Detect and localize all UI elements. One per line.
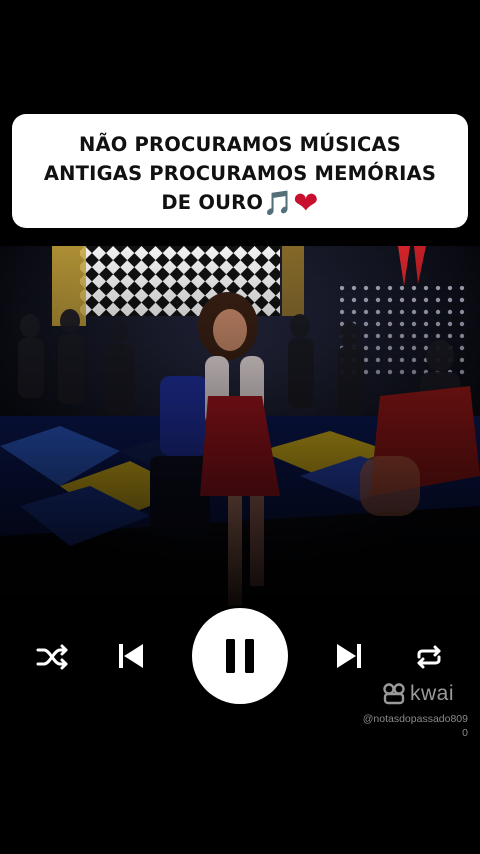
caption-text: NÃO PROCURAMOS MÚSICAS ANTIGAS PROCURAMO… — [22, 130, 458, 221]
shuffle-icon — [36, 644, 68, 670]
music-note-icon: 🎵 — [263, 189, 294, 217]
pause-button[interactable] — [192, 608, 288, 704]
caption-card: NÃO PROCURAMOS MÚSICAS ANTIGAS PROCURAMO… — [12, 114, 468, 228]
previous-button[interactable] — [114, 640, 148, 672]
next-button[interactable] — [332, 640, 366, 672]
caption-line-3-text: DE OURO — [161, 191, 264, 214]
caption-line-1: NÃO PROCURAMOS MÚSICAS — [78, 133, 402, 156]
shuffle-button[interactable] — [34, 642, 72, 672]
skip-next-icon — [337, 644, 361, 668]
repeat-icon — [417, 645, 441, 669]
heart-icon: ❤ — [293, 186, 319, 221]
pause-icon — [226, 639, 254, 673]
video-frame[interactable] — [0, 246, 480, 608]
creator-handle[interactable]: @notasdopassado8090 — [360, 712, 476, 740]
caption-line-3: DE OURO🎵❤ — [22, 186, 458, 221]
repeat-button[interactable] — [410, 642, 448, 672]
skip-previous-icon — [119, 644, 143, 668]
kwai-watermark: kwai @notasdopassado8090 — [360, 680, 476, 740]
kwai-logo-text: kwai — [409, 682, 454, 705]
caption-line-2: ANTIGAS PROCURAMOS MEMÓRIAS — [43, 162, 437, 185]
kwai-logo: kwai — [360, 680, 476, 708]
video-scene-illustration — [0, 246, 480, 608]
kwai-camera-icon — [383, 683, 405, 705]
